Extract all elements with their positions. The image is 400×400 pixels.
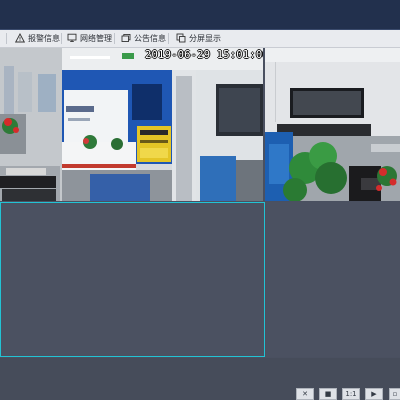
toolbar-separator <box>61 33 62 44</box>
more-button[interactable]: ▫ <box>389 388 400 400</box>
control-bar <box>0 358 400 400</box>
toolbar-item-alarm[interactable]: 报警信息 <box>14 30 60 47</box>
video-pane-1[interactable]: 2019-06-29 15:01:06 <box>0 48 263 201</box>
toolbar-item-split-screen[interactable]: 分屏显示 <box>176 30 221 47</box>
split-screen-icon <box>176 33 186 45</box>
toolbar-separator <box>6 33 7 44</box>
camera-feed-office <box>265 48 400 201</box>
toolbar-separator <box>168 33 169 44</box>
camera-feed-lobby <box>0 48 263 201</box>
toolbar-item-label: 网络管理 <box>80 34 112 43</box>
video-grid: 2019-06-29 15:01:06 <box>0 48 400 358</box>
close-icon: ✕ <box>302 390 308 398</box>
notice-icon <box>121 33 131 45</box>
video-pane-4[interactable] <box>266 202 400 357</box>
video-pane-2[interactable] <box>265 48 400 201</box>
toolbar-separator <box>114 33 115 44</box>
toolbar-item-label: 公告信息 <box>134 34 166 43</box>
close-button[interactable]: ✕ <box>296 388 314 400</box>
toolbar-item-label: 报警信息 <box>28 34 60 43</box>
stop-icon: ■ <box>324 390 332 398</box>
toolbar-item-label: 分屏显示 <box>189 34 221 43</box>
monitor-icon <box>67 33 77 45</box>
toolbar: 报警信息 网络管理 公告信息 分屏显示 <box>0 30 400 48</box>
video-pane-3[interactable] <box>0 202 265 357</box>
more-icon: ▫ <box>392 390 398 398</box>
ratio-button[interactable]: 1:1 <box>342 388 360 400</box>
play-button[interactable]: ▶ <box>365 388 383 400</box>
stop-button[interactable]: ■ <box>319 388 337 400</box>
osd-timestamp: 2019-06-29 15:01:06 <box>145 49 263 61</box>
toolbar-item-network[interactable]: 网络管理 <box>67 30 112 47</box>
ratio-icon: 1:1 <box>345 390 357 398</box>
title-bar <box>0 0 400 30</box>
toolbar-item-notice[interactable]: 公告信息 <box>121 30 166 47</box>
warning-icon <box>14 32 26 45</box>
play-icon: ▶ <box>371 390 377 398</box>
